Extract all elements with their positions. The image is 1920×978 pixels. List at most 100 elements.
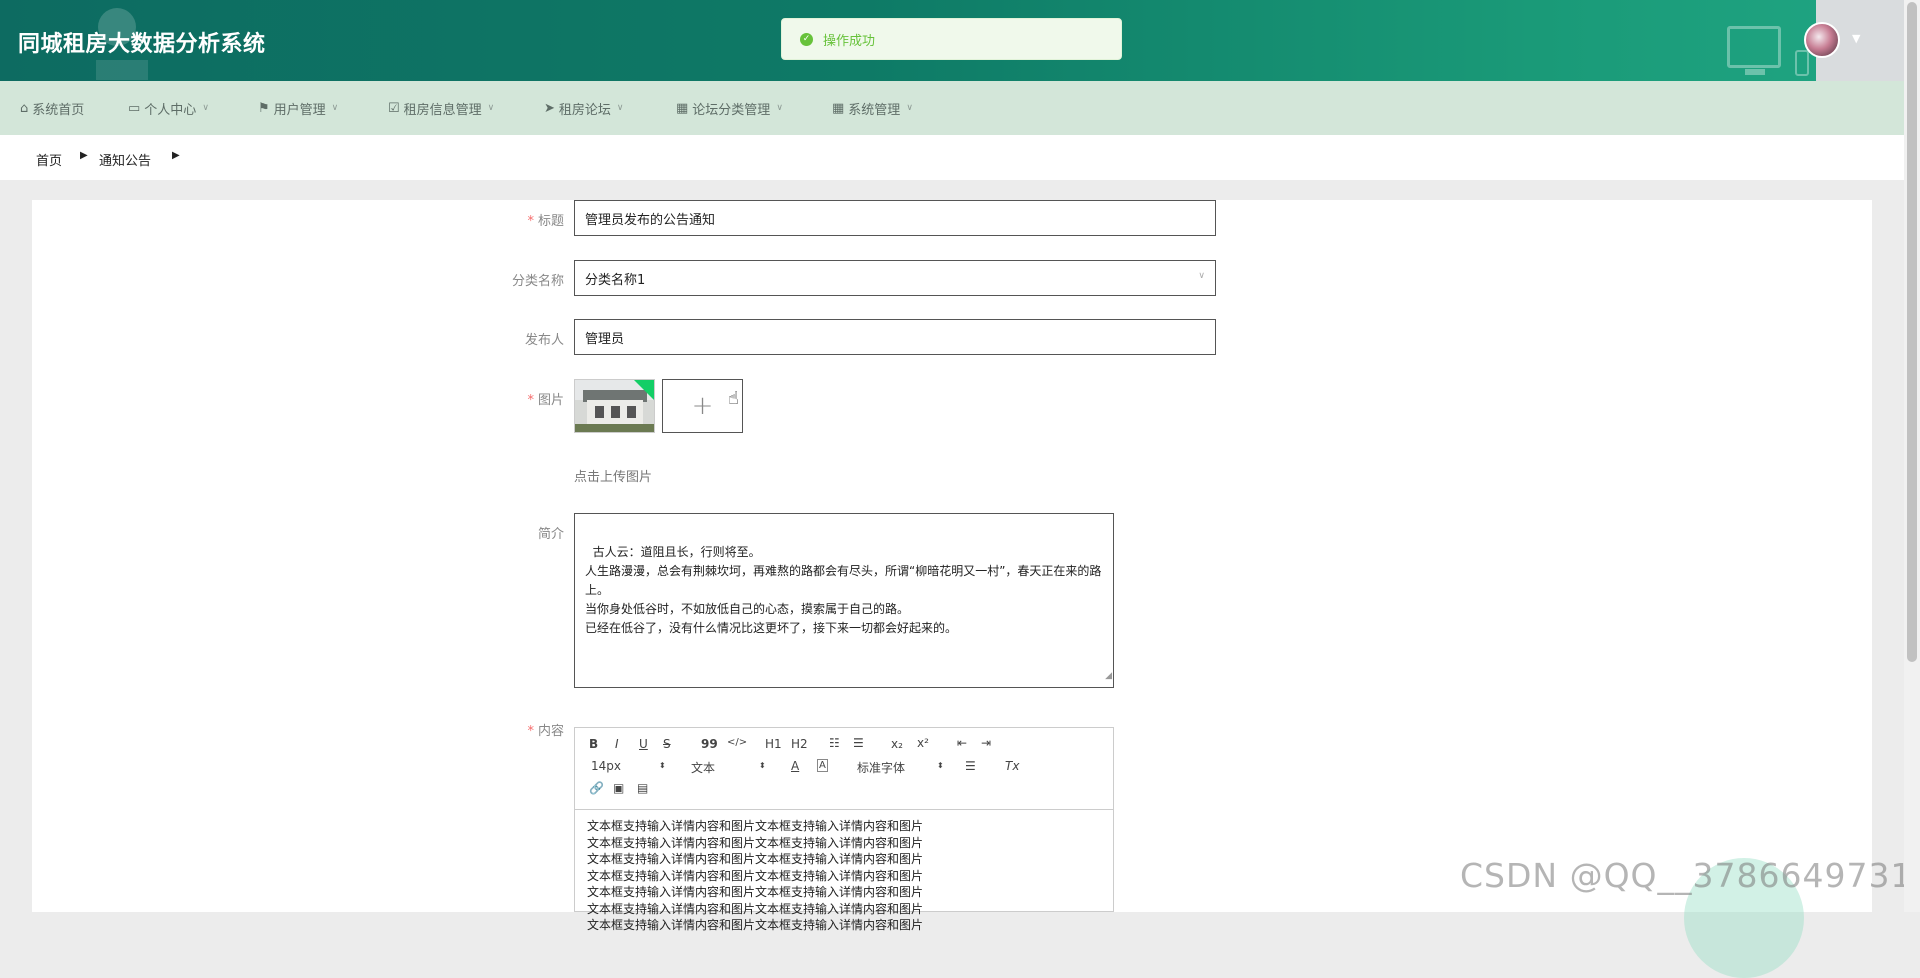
select-arrows-icon: ⬍: [759, 761, 766, 770]
image-label: * 图片: [527, 393, 564, 408]
upload-hint: 点击上传图片: [574, 470, 653, 485]
font-color-icon[interactable]: A: [791, 759, 799, 773]
font-size-select[interactable]: 14px ⬍: [591, 759, 671, 773]
uploaded-image-thumbnail[interactable]: [574, 379, 655, 433]
check-circle-icon: ✓: [800, 32, 813, 46]
blockquote-button[interactable]: 99: [701, 737, 718, 751]
outdent-icon[interactable]: ⇤: [957, 736, 967, 750]
chevron-right-icon: ▶: [80, 150, 88, 161]
background-color-icon[interactable]: A: [817, 759, 828, 772]
chevron-down-icon: ∨: [331, 103, 339, 113]
main-nav: ⌂ 系统首页 ▭ 个人中心 ∨ ⚑ 用户管理 ∨ ☑ 租房信息管理 ∨ ➤ 租房…: [0, 81, 1904, 135]
nav-item-label: 系统首页: [32, 102, 85, 118]
editor-toolbar: B I U S 99 </> H1 H2 ☷ ☰ x₂ x² ⇤ ⇥ 14px …: [575, 728, 1113, 810]
clear-format-button[interactable]: Tx: [1005, 759, 1019, 773]
top-header: 同城租房大数据分析系统 ✓ 操作成功 ▼: [0, 0, 1920, 81]
send-icon: ➤: [544, 100, 555, 116]
paragraph-select[interactable]: 文本 ⬍: [691, 759, 771, 776]
nav-item-forum[interactable]: ➤ 租房论坛 ∨: [544, 81, 624, 135]
grid-icon: ▦: [676, 100, 689, 116]
category-value: 分类名称1: [585, 272, 646, 288]
chevron-down-icon: ∨: [776, 103, 783, 113]
nav-item-rental[interactable]: ☑ 租房信息管理 ∨: [388, 81, 494, 135]
nav-item-users[interactable]: ⚑ 用户管理 ∨: [258, 81, 338, 135]
upload-success-badge: [634, 380, 654, 400]
nav-item-label: 用户管理: [273, 102, 326, 118]
content-line: 文本框支持输入详情内容和图片文本框支持输入详情内容和图片: [587, 852, 924, 866]
superscript-button[interactable]: x²: [917, 736, 929, 750]
intro-textarea[interactable]: 古人云：道阻且长，行则将至。 人生路漫漫，总会有荆棘坎坷，再难熬的路都会有尽头，…: [574, 513, 1114, 688]
breadcrumb: 首页 ▶ 通知公告 ▶: [0, 135, 1904, 180]
monitor-icon: [1727, 26, 1781, 68]
italic-button[interactable]: I: [615, 737, 619, 751]
chevron-down-icon: ∨: [202, 103, 209, 113]
subscript-button[interactable]: x₂: [891, 737, 903, 751]
title-input[interactable]: 管理员发布的公告通知: [574, 200, 1216, 236]
publisher-input[interactable]: 管理员: [574, 319, 1216, 355]
underline-button[interactable]: U: [639, 737, 648, 751]
nav-item-label: 系统管理: [848, 102, 901, 118]
app-title: 同城租房大数据分析系统: [18, 32, 266, 57]
toast-text: 操作成功: [823, 33, 876, 49]
bullet-list-icon[interactable]: ☰: [853, 736, 864, 750]
chevron-down-icon: ∨: [1198, 271, 1205, 281]
select-arrows-icon: ⬍: [659, 761, 666, 770]
category-label: 分类名称: [511, 274, 564, 289]
grid-icon: ▦: [832, 100, 845, 116]
content-label: * 内容: [527, 724, 564, 739]
font-size-value: 14px: [591, 759, 621, 773]
plus-icon: +: [691, 391, 714, 421]
nav-item-forum-category[interactable]: ▦ 论坛分类管理 ∨: [676, 81, 783, 135]
hand-cursor-icon: ☝: [728, 388, 739, 409]
intro-label: 简介: [537, 527, 564, 542]
phone-icon: [1795, 50, 1809, 76]
nav-item-label: 个人中心: [144, 102, 197, 118]
nav-item-label: 租房论坛: [558, 102, 611, 118]
nav-item-profile[interactable]: ▭ 个人中心 ∨: [128, 81, 209, 135]
page-scrollbar[interactable]: [1904, 0, 1920, 912]
chevron-down-icon[interactable]: ▼: [1852, 32, 1860, 45]
success-toast: ✓ 操作成功: [781, 18, 1122, 60]
title-label: * 标题: [527, 214, 564, 229]
home-icon: ⌂: [20, 100, 29, 116]
h1-button[interactable]: H1: [765, 737, 782, 751]
link-icon[interactable]: 🔗: [589, 781, 604, 795]
flag-icon: ⚑: [258, 100, 270, 116]
content-line: 文本框支持输入详情内容和图片文本框支持输入详情内容和图片: [587, 885, 924, 899]
editor-content[interactable]: 文本框支持输入详情内容和图片文本框支持输入详情内容和图片 文本框支持输入详情内容…: [587, 818, 1097, 934]
font-family-select[interactable]: 标准字体 ⬍: [857, 759, 947, 776]
select-arrows-icon: ⬍: [937, 761, 944, 770]
image-icon[interactable]: ▣: [613, 781, 624, 795]
nav-item-system[interactable]: ▦ 系统管理 ∨: [832, 81, 913, 135]
h2-button[interactable]: H2: [791, 737, 808, 751]
breadcrumb-current: 通知公告: [99, 154, 152, 169]
rich-text-editor: B I U S 99 </> H1 H2 ☷ ☰ x₂ x² ⇤ ⇥ 14px …: [574, 727, 1114, 932]
chevron-right-icon: ▶: [172, 150, 180, 161]
content-line: 文本框支持输入详情内容和图片文本框支持输入详情内容和图片: [587, 868, 924, 883]
nav-item-label: 租房信息管理: [403, 102, 482, 118]
header-decoration: [96, 60, 148, 80]
check-square-icon: ☑: [388, 100, 400, 116]
content-line: 文本框支持输入详情内容和图片文本框支持输入详情内容和图片: [587, 901, 924, 916]
content-line: 文本框支持输入详情内容和图片文本框支持输入详情内容和图片: [587, 835, 924, 850]
font-family-value: 标准字体: [857, 761, 906, 775]
scrollbar-thumb[interactable]: [1907, 2, 1917, 662]
nav-item-home[interactable]: ⌂ 系统首页: [20, 81, 84, 135]
strike-button[interactable]: S: [663, 737, 671, 751]
card-icon: ▭: [128, 100, 141, 116]
align-icon[interactable]: ☰: [965, 759, 976, 773]
ordered-list-icon[interactable]: ☷: [829, 736, 840, 750]
video-icon[interactable]: ▤: [637, 781, 648, 795]
breadcrumb-home[interactable]: 首页: [36, 150, 62, 169]
watermark: CSDN @QQ__3786649731: [1460, 856, 1913, 895]
code-block-button[interactable]: </>: [727, 737, 747, 748]
bold-button[interactable]: B: [589, 737, 598, 751]
avatar[interactable]: [1804, 22, 1840, 58]
category-select[interactable]: 分类名称1 ∨: [574, 260, 1216, 296]
content-line: 文本框支持输入详情内容和图片文本框支持输入详情内容和图片: [587, 918, 924, 932]
resize-handle-icon[interactable]: ◢: [1105, 667, 1112, 686]
chevron-down-icon: ∨: [616, 103, 624, 113]
indent-icon[interactable]: ⇥: [981, 736, 991, 750]
paragraph-value: 文本: [691, 761, 716, 775]
chevron-down-icon: ∨: [487, 103, 495, 113]
